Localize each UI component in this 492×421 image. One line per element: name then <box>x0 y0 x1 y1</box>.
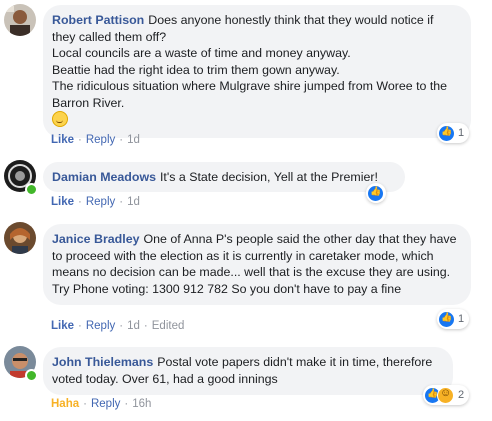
like-icon <box>368 185 383 201</box>
like-icon <box>439 125 454 141</box>
reaction-count: 2 <box>458 389 465 401</box>
online-status-dot <box>25 369 38 382</box>
like-icon <box>439 311 454 327</box>
separator: · <box>119 134 124 146</box>
avatar[interactable] <box>4 222 36 254</box>
slight-smile-emoji-icon <box>52 111 68 127</box>
comment-text: Does anyone honestly think that they wou… <box>52 13 448 110</box>
comment-actions: Like · Reply · 1d · Edited <box>51 320 184 332</box>
separator: · <box>83 398 87 410</box>
reply-button[interactable]: Reply <box>91 398 120 410</box>
reaction-summary[interactable] <box>366 183 386 203</box>
author-name[interactable]: Robert Pattison <box>52 13 144 27</box>
like-button[interactable]: Like <box>51 134 74 146</box>
separator: · <box>78 196 82 208</box>
timestamp[interactable]: 1d <box>127 196 140 208</box>
author-name[interactable]: John Thielemans <box>52 355 153 369</box>
reaction-summary[interactable]: 2 <box>423 385 470 405</box>
separator: · <box>124 398 129 410</box>
comment-text: It's a State decision, Yell at the Premi… <box>159 170 378 184</box>
like-button[interactable]: Like <box>51 320 74 332</box>
separator: · <box>78 320 82 332</box>
edited-label[interactable]: Edited <box>152 320 185 332</box>
avatar[interactable] <box>4 4 36 36</box>
timestamp[interactable]: 1d <box>127 134 140 146</box>
reaction-count: 1 <box>458 313 465 325</box>
comment-bubble: John Thielemans Postal vote papers didn't… <box>43 347 453 395</box>
reply-button[interactable]: Reply <box>86 196 115 208</box>
author-name[interactable]: Damian Meadows <box>52 170 156 184</box>
reaction-count: 1 <box>458 127 465 139</box>
comment-bubble: Damian Meadows It's a State decision, Yel… <box>43 162 405 192</box>
comment-actions: Like · Reply · 1d <box>51 196 140 208</box>
like-button[interactable]: Like <box>51 196 74 208</box>
separator: · <box>78 134 82 146</box>
reply-button[interactable]: Reply <box>86 320 115 332</box>
online-status-dot <box>25 183 38 196</box>
reaction-summary[interactable]: 1 <box>437 123 470 143</box>
timestamp[interactable]: 1d <box>127 320 140 332</box>
comment-bubble: Robert Pattison Does anyone honestly thin… <box>43 5 471 138</box>
timestamp[interactable]: 16h <box>132 398 151 410</box>
comment-bubble: Janice Bradley One of Anna P's people sai… <box>43 224 471 305</box>
reply-button[interactable]: Reply <box>86 134 115 146</box>
separator: · <box>119 320 124 332</box>
haha-button[interactable]: Haha <box>51 398 79 410</box>
comment-actions: Haha · Reply · 16h <box>51 398 151 410</box>
comment-actions: Like · Reply · 1d <box>51 134 140 146</box>
separator: · <box>119 196 124 208</box>
author-name[interactable]: Janice Bradley <box>52 232 139 246</box>
reaction-summary[interactable]: 1 <box>437 309 470 329</box>
separator: · <box>143 320 148 332</box>
haha-icon <box>437 386 454 404</box>
